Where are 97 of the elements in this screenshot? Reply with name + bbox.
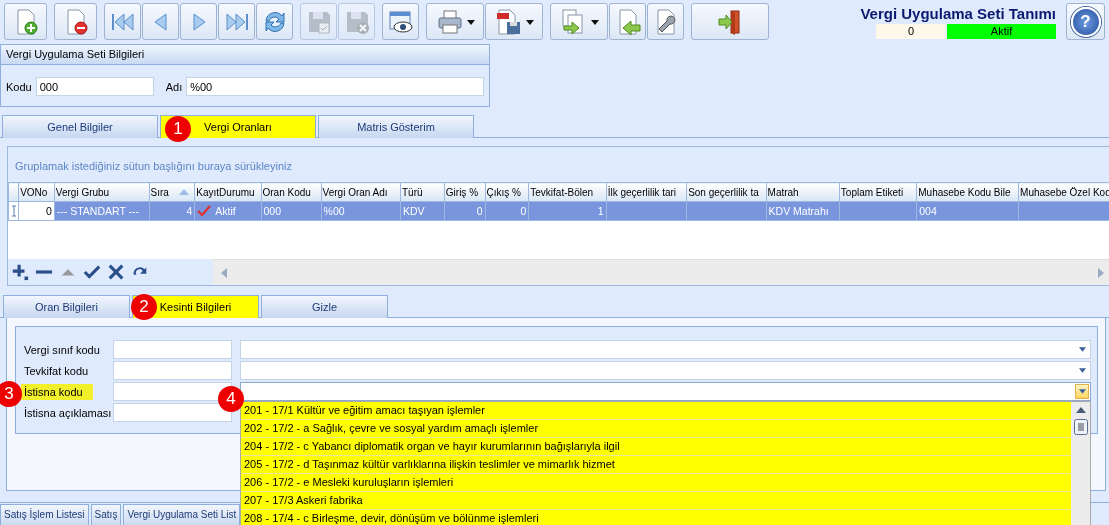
dropdown-option[interactable]: 202 - 17/2 - a Sağlık, çevre ve sosyal yardım amaçlı işlemler	[241, 420, 1071, 438]
tab[interactable]: Matris Gösterim	[318, 115, 474, 138]
column-header[interactable]: Oran Kodu	[261, 182, 322, 202]
field-label: Vergi sınıf kodu	[23, 342, 100, 358]
group-hint: Gruplamak istediğiniz sütun başlığını buraya sürükleyiniz	[15, 159, 292, 172]
toolbar-button[interactable]	[647, 3, 684, 40]
column-header[interactable]: Giriş %	[444, 182, 485, 202]
scroll-right-icon[interactable]	[1098, 267, 1104, 278]
tab[interactable]: 2 Kesinti Bilgileri	[132, 295, 259, 318]
sort-icon[interactable]	[179, 189, 190, 195]
scroll-left-icon[interactable]	[221, 267, 227, 278]
table-row[interactable]: 0 --- STANDART --- 4 Aktif 000 %00 KDV 0 0 1 KDV Matrahı 004	[8, 201, 1109, 221]
status-label: Aktif	[947, 24, 1056, 39]
cancel-icon[interactable]	[107, 263, 125, 281]
toolbar-button[interactable]	[4, 3, 47, 40]
toolbar-button[interactable]	[256, 3, 293, 40]
dropdown-option[interactable]: 206 - 17/2 - e Mesleki kuruluşların işlemleri	[241, 474, 1071, 492]
table-cell: 0	[45, 205, 52, 217]
column-header[interactable]: Muhasebe Kodu Bile	[916, 182, 1019, 202]
column-header[interactable]: Toplam Etiketi	[839, 182, 917, 202]
add-icon[interactable]	[11, 263, 29, 281]
tab[interactable]: Gizle	[261, 295, 388, 318]
table-cell: 0	[520, 205, 527, 217]
record-count: 0	[876, 24, 946, 39]
field-label: Tevkifat kodu	[23, 363, 89, 379]
column-header[interactable]: VONo	[18, 182, 55, 202]
caret-icon	[1078, 368, 1086, 373]
number-badge: 1	[165, 116, 191, 142]
caret-icon	[1078, 347, 1086, 352]
caret-icon	[466, 17, 475, 26]
field-label: İstisna açıklaması	[23, 405, 112, 421]
input-field[interactable]	[113, 403, 232, 422]
dropdown-option[interactable]: 201 - 17/1 Kültür ve eğitim amacı taşıyan işlemler	[241, 402, 1071, 420]
table-cell: %00	[323, 205, 345, 217]
pdf-icon	[494, 7, 523, 36]
input-field[interactable]	[113, 340, 232, 359]
column-header[interactable]: Tevkifat-Bölen	[528, 182, 607, 202]
table-cell: --- STANDART ---	[56, 205, 140, 217]
window-title: Vergi Uygulama Seti Tanımı	[860, 4, 1056, 24]
column-header[interactable]: Vergi Oran Adı	[321, 182, 401, 202]
column-header[interactable]: Sıra	[149, 182, 195, 202]
toolbar-button[interactable]	[691, 3, 769, 40]
window-tab[interactable]: Satış İşlem Listesi	[0, 504, 89, 525]
text-cursor-icon	[11, 205, 17, 217]
table-cell: 4	[186, 205, 193, 217]
number-badge: 2	[131, 294, 157, 320]
dropdown-field[interactable]	[240, 382, 1091, 401]
dropdown-option[interactable]: 208 - 17/4 - c Birleşme, devir, dönüşüm ve bölünme işlemleri	[241, 510, 1071, 525]
dropdown-field[interactable]	[240, 361, 1091, 380]
column-header[interactable]: KayıtDurumu	[194, 182, 261, 202]
dropdown-option[interactable]: 207 - 17/3 Askeri fabrika	[241, 492, 1071, 510]
toolbar-button[interactable]	[485, 3, 543, 40]
caret-icon	[525, 17, 534, 26]
toolbar-button[interactable]	[218, 3, 255, 40]
dropdown-field[interactable]	[240, 340, 1091, 359]
field-label: Kodu	[6, 80, 32, 93]
toolbar-button[interactable]	[382, 3, 419, 40]
dropdown-button[interactable]	[1075, 384, 1089, 399]
caret-icon	[1078, 389, 1086, 394]
input-field[interactable]: %00	[186, 77, 485, 96]
vertical-scrollbar[interactable]	[1071, 402, 1090, 525]
window-tab[interactable]: Satış	[90, 504, 122, 525]
dropdown-option[interactable]: 204 - 17/2 - c Yabancı diplomatik organ ve hayır kurumlarının bağışlarıyla ilgil	[241, 438, 1071, 456]
window-tab[interactable]: Vergi Uygulama Seti List	[123, 504, 241, 525]
column-header[interactable]: İlk geçerlilik tari	[606, 182, 687, 202]
input-field[interactable]	[113, 361, 232, 380]
column-header[interactable]: Son geçerlilik ta	[686, 182, 767, 202]
print-icon	[435, 7, 464, 36]
panel-title: Vergi Uygulama Seti Bilgileri	[6, 48, 145, 60]
scroll-thumb[interactable]	[1073, 419, 1088, 435]
toolbar-button[interactable]	[104, 3, 141, 40]
confirm-icon[interactable]	[83, 263, 101, 281]
field-label: Adı	[165, 80, 183, 93]
dropdown-option[interactable]: 205 - 17/2 - d Taşınmaz kültür varlıklarına ilişkin teslimler ve mimarlık hizmet	[241, 456, 1071, 474]
tab[interactable]: Genel Bilgiler	[2, 115, 158, 138]
column-header[interactable]: Türü	[400, 182, 445, 202]
scroll-up-icon[interactable]	[1075, 407, 1086, 413]
column-header[interactable]: Çıkış %	[485, 182, 529, 202]
table-cell: 004	[919, 205, 937, 217]
table-cell: Aktif	[215, 205, 236, 217]
check-icon	[197, 205, 212, 217]
field-label: İstisna kodu	[21, 383, 93, 400]
tab[interactable]: Oran Bilgileri	[3, 295, 130, 318]
toolbar-button[interactable]	[54, 3, 97, 40]
toolbar-button[interactable]	[426, 3, 484, 40]
table-cell: 000	[263, 205, 282, 217]
caret-icon	[590, 17, 599, 26]
column-header[interactable]: Vergi Grubu	[54, 182, 149, 202]
horizontal-scrollbar[interactable]	[213, 259, 1109, 285]
number-badge: 3	[0, 381, 22, 407]
table-cell: KDV	[403, 205, 425, 217]
table-cell: 0	[476, 205, 483, 217]
table-cell: KDV Matrahı	[768, 205, 829, 217]
input-field[interactable]: 000	[35, 77, 154, 96]
column-header[interactable]: Matrah	[766, 182, 840, 202]
table-cell: 1	[597, 205, 604, 217]
help-button[interactable]: ?	[1066, 3, 1105, 40]
